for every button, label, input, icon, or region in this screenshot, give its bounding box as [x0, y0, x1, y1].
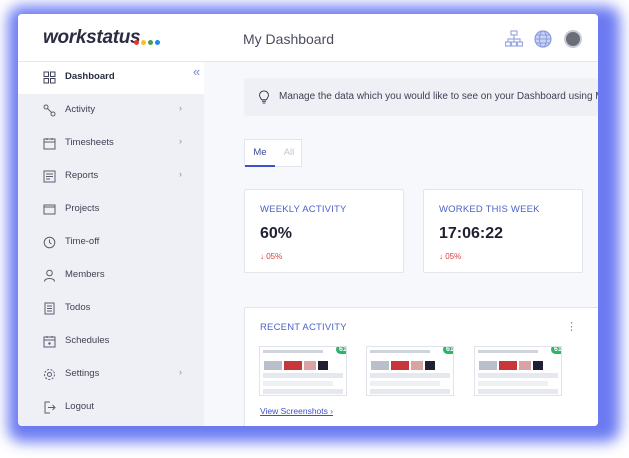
- tab-me[interactable]: Me: [245, 140, 275, 167]
- sidebar-item-activity[interactable]: Activity ›: [18, 95, 204, 127]
- globe-icon[interactable]: [534, 30, 552, 48]
- card-title: WORKED THIS WEEK: [439, 204, 540, 215]
- activity-percent-badge: 61%: [336, 347, 346, 354]
- sidebar-item-label: Activity: [65, 104, 96, 115]
- worked-this-week-card: WORKED THIS WEEK 17:06:22 ↓ 05%: [423, 189, 583, 273]
- more-options-icon[interactable]: ⋮: [566, 320, 577, 333]
- clock-icon: [43, 236, 56, 249]
- activity-percent-badge: 61%: [551, 347, 561, 354]
- main-content: Manage the data which you would like to …: [204, 62, 598, 426]
- chevron-right-icon: ›: [179, 169, 182, 179]
- scope-toggle: Me All: [244, 139, 302, 167]
- user-avatar[interactable]: [564, 30, 582, 48]
- top-bar: workstatus My Dashboard: [18, 14, 598, 62]
- dashboard-info-banner: Manage the data which you would like to …: [244, 78, 598, 116]
- org-chart-icon[interactable]: [505, 30, 523, 48]
- banner-text: Manage the data which you would like to …: [279, 91, 598, 102]
- collapse-sidebar-icon[interactable]: «: [193, 64, 200, 79]
- page-title: My Dashboard: [243, 31, 335, 47]
- sidebar-item-time-off[interactable]: Time-off: [18, 227, 204, 259]
- chevron-right-icon: ›: [179, 103, 182, 113]
- sidebar-item-label: Settings: [65, 368, 100, 379]
- weekly-activity-delta: ↓ 05%: [260, 252, 283, 261]
- sidebar-item-label: Logout: [65, 401, 95, 412]
- sidebar-item-label: Members: [65, 269, 105, 280]
- sidebar-item-label: Schedules: [65, 335, 110, 346]
- recent-activity-card: RECENT ACTIVITY ⋮ 61%: [244, 307, 598, 426]
- screenshot-thumbnail[interactable]: 61%: [366, 346, 454, 396]
- sidebar-item-timesheets[interactable]: Timesheets ›: [18, 128, 204, 160]
- worked-this-week-value: 17:06:22: [439, 225, 504, 242]
- chevron-right-icon: ›: [179, 136, 182, 146]
- brand-logo[interactable]: workstatus: [43, 27, 141, 49]
- list-icon: [44, 302, 55, 315]
- view-screenshots-link[interactable]: View Screenshots ›: [260, 406, 333, 416]
- screenshot-thumbnail[interactable]: 61%: [259, 346, 347, 396]
- activity-icon: [43, 104, 56, 117]
- chevron-right-icon: ›: [179, 367, 182, 377]
- gear-icon: [44, 369, 55, 380]
- dashboard-icon: [43, 71, 56, 84]
- card-title: WEEKLY ACTIVITY: [260, 204, 347, 215]
- sidebar-item-label: Dashboard: [65, 71, 115, 82]
- sidebar-item-reports[interactable]: Reports ›: [18, 161, 204, 193]
- user-icon: [44, 269, 55, 282]
- sidebar-item-label: Timesheets: [65, 137, 114, 148]
- logout-icon: [44, 401, 56, 414]
- sidebar-item-label: Time-off: [65, 236, 100, 247]
- sidebar-item-settings[interactable]: Settings ›: [18, 359, 204, 391]
- tab-all[interactable]: All: [275, 140, 303, 167]
- app-window: workstatus My Dashboard Dashboard « Acti…: [18, 14, 598, 426]
- weekly-activity-value: 60%: [260, 225, 293, 242]
- sidebar: Dashboard « Activity › Timesheets › Repo…: [18, 62, 204, 426]
- sidebar-item-logout[interactable]: Logout: [18, 392, 204, 424]
- reports-icon: [43, 170, 56, 183]
- sidebar-item-todos[interactable]: Todos: [18, 293, 204, 325]
- card-title: RECENT ACTIVITY: [260, 322, 347, 333]
- sidebar-item-label: Reports: [65, 170, 99, 181]
- sidebar-item-label: Todos: [65, 302, 91, 313]
- weekly-activity-card: WEEKLY ACTIVITY 60% ↓ 05%: [244, 189, 404, 273]
- folder-icon: [43, 204, 56, 215]
- sidebar-item-members[interactable]: Members: [18, 260, 204, 292]
- schedule-icon: [43, 336, 56, 348]
- activity-percent-badge: 61%: [443, 347, 453, 354]
- sidebar-item-dashboard[interactable]: Dashboard: [18, 62, 204, 94]
- screenshot-thumbnail[interactable]: 61%: [474, 346, 562, 396]
- worked-this-week-delta: ↓ 05%: [439, 252, 462, 261]
- lightbulb-icon: [258, 90, 270, 104]
- brand-logo-dots: [134, 40, 160, 45]
- sidebar-item-schedules[interactable]: Schedules: [18, 326, 204, 358]
- calendar-icon: [43, 138, 56, 150]
- sidebar-item-label: Projects: [65, 203, 100, 214]
- sidebar-item-projects[interactable]: Projects: [18, 194, 204, 226]
